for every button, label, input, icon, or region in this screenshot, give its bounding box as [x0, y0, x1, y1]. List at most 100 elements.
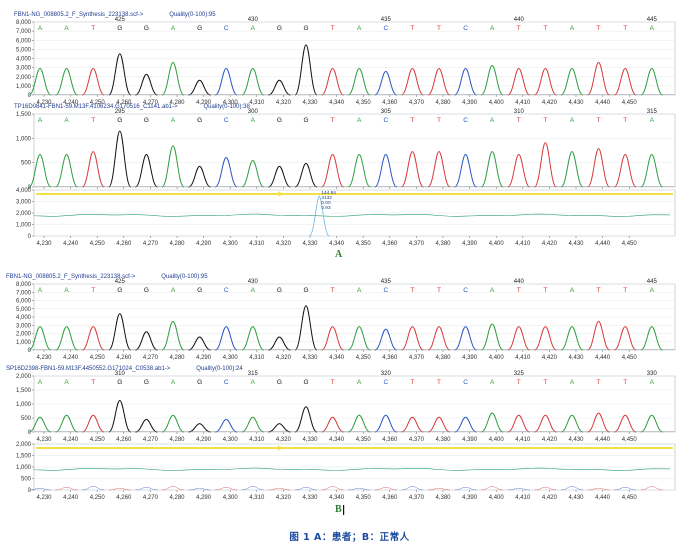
base-call-letter: G — [144, 379, 149, 386]
x-tick-label: 4,330 — [302, 495, 318, 501]
x-tick-label: 4,430 — [568, 100, 584, 106]
base-call-letter: A — [171, 379, 176, 386]
base-call-letter: T — [623, 25, 627, 32]
x-tick-label: 4,450 — [622, 437, 638, 443]
position-number: 430 — [248, 17, 259, 23]
base-call-letter: A — [490, 287, 495, 294]
y-tick-label: 2,000 — [16, 374, 32, 380]
y-tick-label: 1,500 — [16, 454, 32, 460]
position-number: 295 — [115, 109, 126, 115]
y-tick-label: 1,000 — [16, 402, 32, 408]
x-tick-label: 4,230 — [36, 100, 52, 106]
x-tick-label: 4,380 — [435, 355, 451, 361]
x-tick-label: 4,400 — [489, 437, 505, 443]
base-call-letter: T — [437, 287, 441, 294]
y-tick-label: 7,000 — [16, 290, 32, 296]
base-call-letter: A — [570, 287, 575, 294]
base-call-letter: G — [117, 287, 122, 294]
position-number: 430 — [248, 279, 259, 285]
plot-frame — [33, 113, 676, 188]
base-call-letter: G — [277, 25, 282, 32]
x-tick-label: 4,260 — [116, 355, 132, 361]
y-tick-label: 2,000 — [16, 75, 32, 81]
x-tick-label: 4,450 — [622, 495, 638, 501]
base-call-letter: A — [64, 25, 69, 32]
base-call-letter: C — [463, 287, 468, 294]
base-call-letter: A — [357, 25, 362, 32]
base-call-letter: C — [463, 117, 468, 124]
base-call-letter: A — [64, 379, 69, 386]
base-call-letter: A — [38, 379, 43, 386]
x-tick-label: 4,450 — [622, 241, 638, 247]
position-number: 330 — [647, 371, 658, 377]
base-call-letter: T — [597, 117, 601, 124]
position-number: 445 — [647, 17, 658, 23]
base-call-letter: A — [38, 25, 43, 32]
x-tick-label: 4,320 — [276, 241, 292, 247]
base-call-letter: G — [277, 379, 282, 386]
base-call-letter: A — [38, 117, 43, 124]
x-tick-label: 4,230 — [36, 241, 52, 247]
x-tick-label: 4,430 — [568, 355, 584, 361]
base-call-letter: T — [543, 287, 547, 294]
base-call-letter: A — [251, 117, 256, 124]
x-tick-label: 4,260 — [116, 100, 132, 106]
base-call-letter: A — [171, 287, 176, 294]
x-tick-label: 4,380 — [435, 241, 451, 247]
y-tick-label: 1,000 — [16, 84, 32, 90]
x-tick-label: 4,360 — [382, 241, 398, 247]
x-tick-label: 4,230 — [36, 437, 52, 443]
base-call-letter: A — [650, 379, 655, 386]
y-tick-label: 2,000 — [16, 332, 32, 338]
x-tick-label: 4,290 — [196, 241, 212, 247]
x-tick-label: 4,350 — [356, 100, 372, 106]
base-call-letter: T — [597, 379, 601, 386]
base-call-letter: G — [117, 379, 122, 386]
y-tick-label: 0 — [28, 488, 32, 494]
x-tick-label: 4,290 — [196, 437, 212, 443]
x-tick-label: 4,400 — [489, 241, 505, 247]
base-call-letter: G — [277, 287, 282, 294]
base-call-letter: G — [197, 117, 202, 124]
base-call-letter: T — [331, 25, 335, 32]
y-tick-label: 4,000 — [16, 188, 32, 194]
x-tick-label: 4,350 — [356, 495, 372, 501]
y-tick-label: 7,000 — [16, 29, 32, 35]
y-tick-label: 500 — [21, 416, 32, 422]
y-tick-label: 6,000 — [16, 38, 32, 44]
x-tick-label: 4,320 — [276, 100, 292, 106]
x-tick-label: 4,310 — [249, 495, 265, 501]
base-call-letter: T — [517, 379, 521, 386]
x-tick-label: 4,260 — [116, 495, 132, 501]
chromatogram-figure: 8,000 7,000 6,000 5,000 4,000 3,000 2,000 1,000… — [16, 17, 676, 515]
base-call-letter: C — [463, 25, 468, 32]
y-tick-label: 3,000 — [16, 66, 32, 72]
text-cursor — [343, 505, 345, 515]
x-tick-label: 4,440 — [595, 100, 611, 106]
base-call-letter: T — [623, 287, 627, 294]
base-call-letter: A — [38, 287, 43, 294]
x-tick-label: 4,260 — [116, 241, 132, 247]
base-call-letter: T — [331, 287, 335, 294]
x-tick-label: 4,250 — [90, 437, 106, 443]
base-call-letter: C — [383, 379, 388, 386]
x-tick-label: 4,270 — [143, 355, 159, 361]
base-call-letter: T — [597, 287, 601, 294]
x-tick-label: 4,360 — [382, 100, 398, 106]
x-tick-label: 4,230 — [36, 495, 52, 501]
base-call-letter: T — [517, 287, 521, 294]
base-call-letter: G — [197, 379, 202, 386]
y-tick-label: 4,000 — [16, 315, 32, 321]
x-tick-label: 4,430 — [568, 241, 584, 247]
x-tick-label: 4,300 — [223, 437, 239, 443]
base-call-letter: G — [144, 117, 149, 124]
base-call-letter: T — [543, 117, 547, 124]
base-call-letter: T — [91, 287, 95, 294]
x-tick-label: 4,390 — [462, 355, 478, 361]
x-tick-label: 4,350 — [356, 355, 372, 361]
y-tick-label: 3,000 — [16, 323, 32, 329]
y-tick-label: 1,000 — [16, 136, 32, 142]
base-call-letter: A — [490, 379, 495, 386]
base-call-letter: T — [410, 25, 414, 32]
base-call-letter: T — [331, 379, 335, 386]
